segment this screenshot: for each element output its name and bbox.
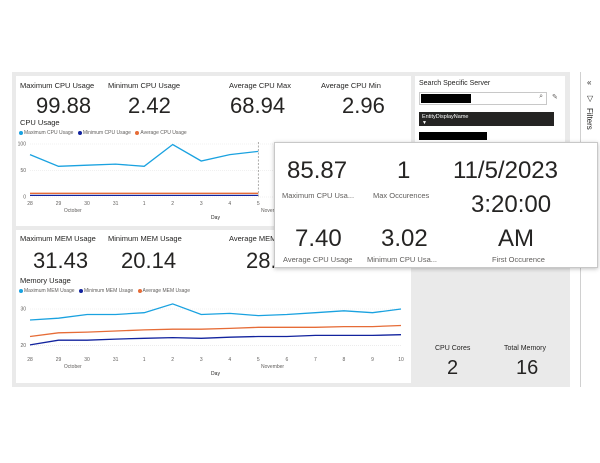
kpi-value-avg-cpu-min: 2.96 bbox=[342, 93, 385, 118]
kpi-label-max-mem: Maximum MEM Usage bbox=[20, 234, 96, 243]
legend-dot-avg bbox=[135, 130, 140, 135]
kpi-value-avg-cpu-max: 68.94 bbox=[230, 93, 286, 118]
chart-title-memory: Memory Usage bbox=[20, 276, 71, 285]
card-label-cpu-cores: CPU Cores bbox=[435, 345, 471, 352]
legend-dot-min bbox=[77, 130, 82, 135]
kpi-value-max-cpu: 99.88 bbox=[36, 93, 92, 118]
tooltip-max-occ-label: Max Occurences bbox=[373, 191, 430, 200]
x-axis-title: Day bbox=[211, 371, 220, 377]
x-tick-label: 1 bbox=[143, 201, 146, 207]
tooltip-min-cpu-label: Minimum CPU Usa... bbox=[367, 255, 438, 264]
filters-label: Filters bbox=[585, 108, 594, 130]
x-tick-label: 8 bbox=[343, 357, 346, 363]
chart-tooltip: 85.87 Maximum CPU Usa... 1 Max Occurence… bbox=[274, 142, 598, 268]
y-tick-label: 20 bbox=[20, 343, 26, 349]
x-tick-label: 1 bbox=[143, 357, 146, 363]
server-search-panel: Search Specific Server ⌕ ✎ EntityDisplay… bbox=[415, 76, 565, 148]
y-tick-label: 0 bbox=[23, 195, 26, 201]
tooltip-time-value: 3:20:00 bbox=[471, 191, 552, 218]
card-label-total-memory: Total Memory bbox=[504, 345, 547, 352]
redacted-block bbox=[421, 94, 471, 103]
kpi-label-min-cpu: Minimum CPU Usage bbox=[108, 81, 181, 90]
cpu-cores-card: CPU Cores 2 bbox=[418, 342, 488, 383]
y-tick-label: 30 bbox=[20, 307, 26, 313]
x-tick-label: 2 bbox=[171, 357, 174, 363]
card-value-cpu-cores: 2 bbox=[447, 357, 459, 379]
tooltip-avg-cpu-label: Average CPU Usage bbox=[283, 255, 353, 264]
tooltip-ampm-value: AM bbox=[498, 225, 534, 252]
kpi-label-min-mem: Minimum MEM Usage bbox=[108, 234, 182, 243]
x-tick-label: 4 bbox=[228, 357, 231, 363]
x-tick-label: 30 bbox=[84, 357, 90, 363]
x-tick-label: 28 bbox=[27, 201, 33, 207]
series-max-line bbox=[29, 303, 402, 321]
kpi-value-max-mem: 31.43 bbox=[33, 248, 89, 273]
x-tick-label: 2 bbox=[171, 201, 174, 207]
tooltip-max-cpu-label: Maximum CPU Usa... bbox=[282, 191, 355, 200]
legend-dot-avg bbox=[137, 288, 142, 293]
kpi-label-avg-cpu-min: Average CPU Min bbox=[321, 81, 381, 90]
x-tick-label: 5 bbox=[257, 357, 260, 363]
eraser-icon[interactable]: ✎ bbox=[552, 93, 558, 101]
collapse-arrow-icon[interactable]: « bbox=[587, 78, 591, 87]
kpi-value-min-cpu: 2.42 bbox=[128, 93, 171, 118]
x-tick-label: 31 bbox=[113, 201, 119, 207]
search-title: Search Specific Server bbox=[419, 80, 491, 87]
tooltip-min-cpu-value: 3.02 bbox=[381, 225, 428, 252]
list-item[interactable] bbox=[419, 132, 487, 140]
x-tick-label: 30 bbox=[84, 201, 90, 207]
x-tick-label: 3 bbox=[200, 201, 203, 207]
legend-dot-min bbox=[78, 288, 83, 293]
y-tick-label: 100 bbox=[18, 142, 27, 148]
legend-dot-max bbox=[19, 130, 23, 135]
month-label: October bbox=[64, 364, 82, 370]
series-min-line bbox=[29, 334, 402, 346]
x-tick-label: 3 bbox=[200, 357, 203, 363]
chart-title-cpu: CPU Usage bbox=[20, 118, 60, 127]
x-tick-label: 29 bbox=[56, 201, 62, 207]
x-axis-title: Day bbox=[211, 215, 220, 221]
search-icon: ⌕ bbox=[539, 93, 543, 100]
total-memory-card: Total Memory 16 bbox=[492, 342, 562, 383]
card-value-total-memory: 16 bbox=[516, 357, 539, 379]
search-input[interactable]: ⌕ bbox=[419, 92, 547, 105]
tooltip-avg-cpu-value: 7.40 bbox=[295, 225, 342, 252]
x-tick-label: 31 bbox=[113, 357, 119, 363]
x-tick-label: 29 bbox=[56, 357, 62, 363]
column-header[interactable]: EntityDisplayName ▼ bbox=[419, 112, 554, 126]
kpi-value-min-mem: 20.14 bbox=[121, 248, 177, 273]
y-tick-label: 50 bbox=[20, 168, 26, 174]
filter-icon: ▽ bbox=[587, 94, 594, 103]
tooltip-max-cpu-value: 85.87 bbox=[287, 157, 348, 184]
memory-usage-chart: 30 20 28 29 30 31 1 2 3 4 5 6 7 8 9 10 October November Da… bbox=[20, 303, 404, 377]
tooltip-max-occ-value: 1 bbox=[397, 157, 411, 184]
x-tick-label: 28 bbox=[27, 357, 33, 363]
kpi-label-avg-cpu-max: Average CPU Max bbox=[229, 81, 291, 90]
column-header-label: EntityDisplayName bbox=[422, 114, 469, 120]
legend-dot-max bbox=[19, 288, 23, 293]
x-tick-label: 6 bbox=[285, 357, 288, 363]
tooltip-first-occ-label: First Occurence bbox=[492, 255, 545, 264]
x-tick-label: 9 bbox=[371, 357, 374, 363]
x-tick-label: 10 bbox=[398, 357, 404, 363]
tooltip-date-value: 11/5/2023 bbox=[453, 157, 558, 184]
x-tick-label: 4 bbox=[228, 201, 231, 207]
series-max-line bbox=[29, 143, 259, 167]
sort-arrow-icon: ▼ bbox=[422, 120, 427, 126]
month-label: November bbox=[261, 364, 284, 370]
kpi-label-max-cpu: Maximum CPU Usage bbox=[20, 81, 95, 90]
x-tick-label: 7 bbox=[314, 357, 317, 363]
x-tick-label: 5 bbox=[257, 201, 260, 207]
month-label: October bbox=[64, 208, 82, 214]
